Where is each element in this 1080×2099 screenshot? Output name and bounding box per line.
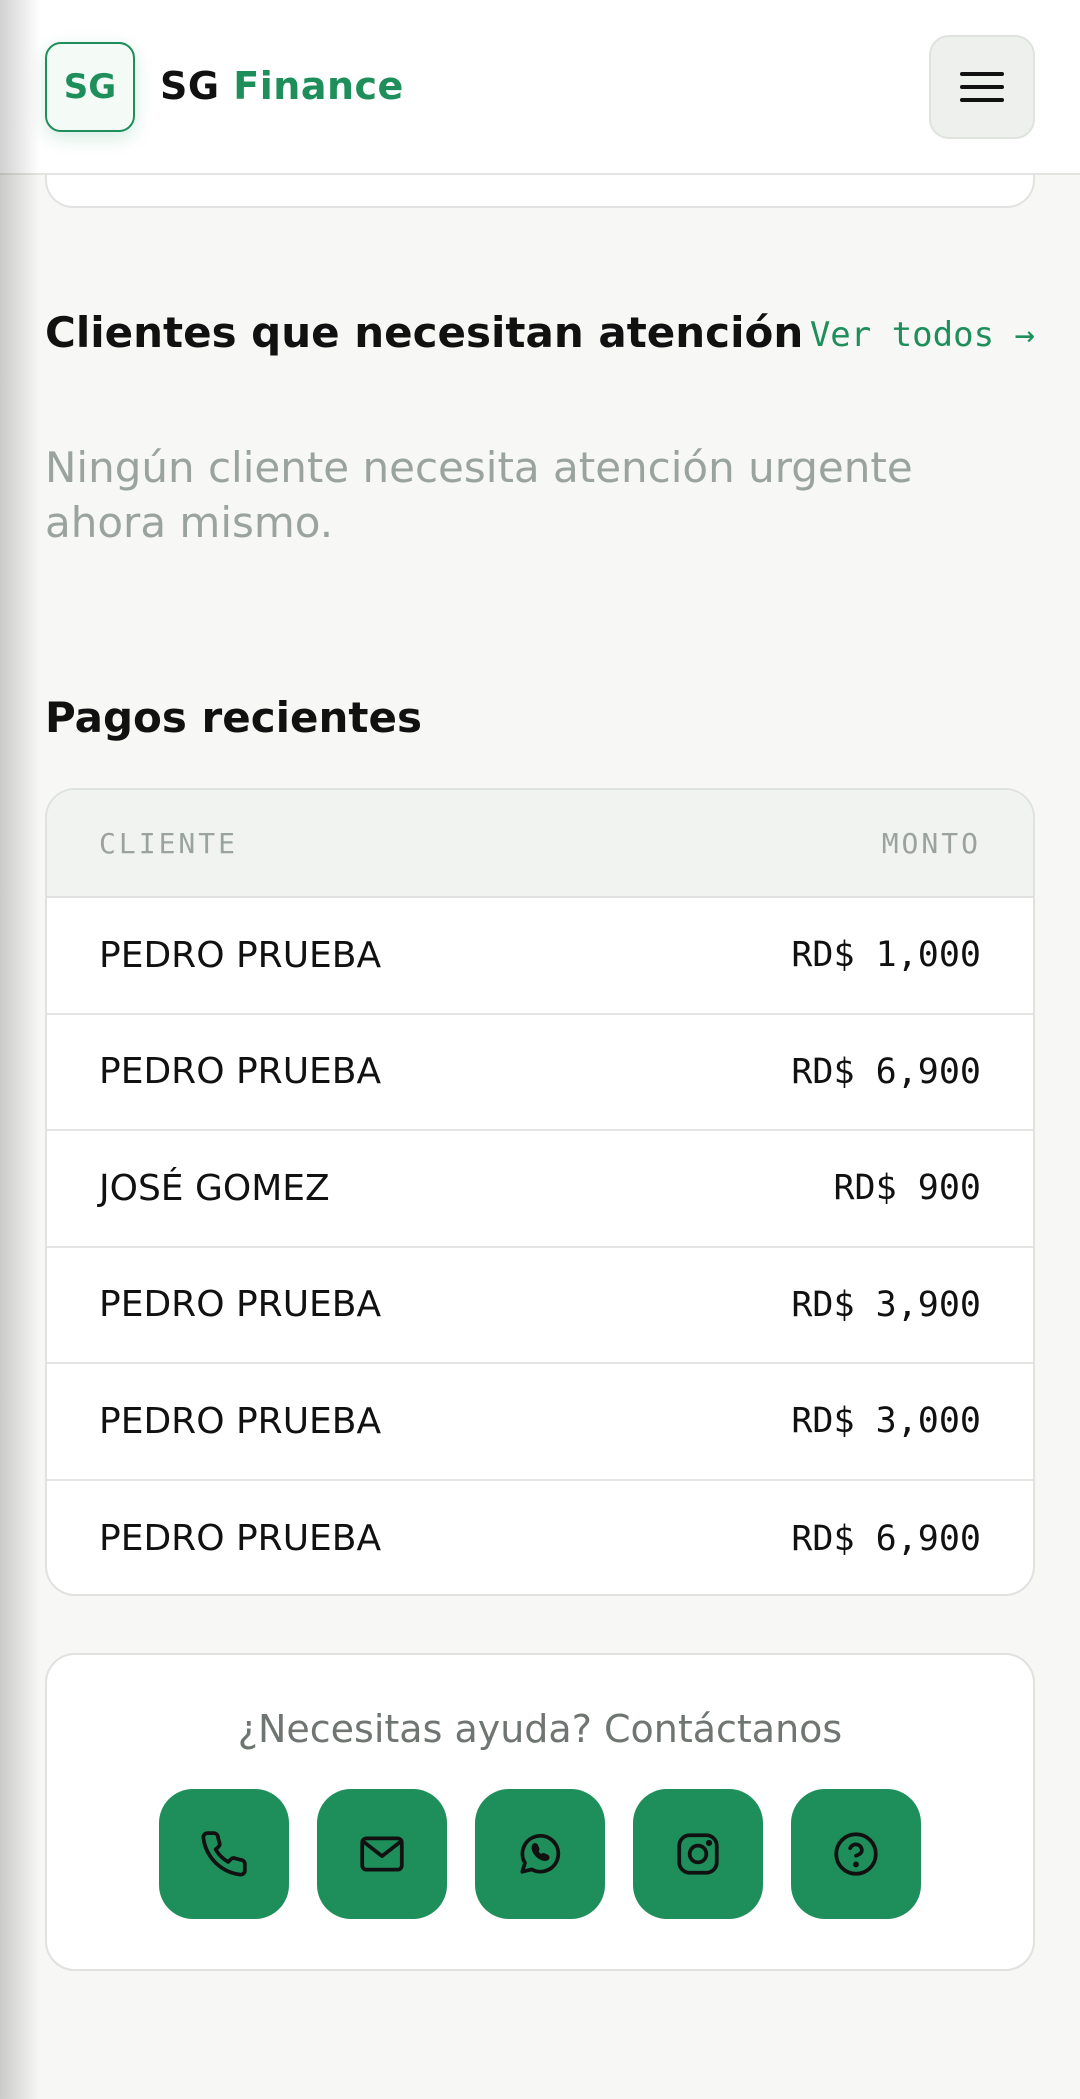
top-bar: SG SG Finance <box>0 0 1080 175</box>
table-header: CLIENTE MONTO <box>47 790 1033 898</box>
brand-name-part2: Finance <box>233 64 404 108</box>
help-card: ¿Necesitas ayuda? Contáctanos <box>45 1653 1035 1971</box>
table-row[interactable]: PEDRO PRUEBA RD$ 6,900 <box>47 1481 1033 1595</box>
email-button[interactable] <box>317 1789 447 1919</box>
table-row[interactable]: PEDRO PRUEBA RD$ 3,000 <box>47 1364 1033 1481</box>
whatsapp-button[interactable] <box>475 1789 605 1919</box>
contact-buttons <box>47 1789 1033 1919</box>
client-name: JOSÉ GOMEZ <box>99 1167 330 1209</box>
see-all-link[interactable]: Ver todos → <box>810 315 1035 355</box>
mail-icon <box>360 1836 404 1872</box>
attention-section-title: Clientes que necesitan atención <box>45 308 804 357</box>
payment-amount: RD$ 3,000 <box>791 1401 981 1442</box>
instagram-button[interactable] <box>633 1789 763 1919</box>
client-name: PEDRO PRUEBA <box>99 1400 382 1442</box>
client-name: PEDRO PRUEBA <box>99 1518 382 1560</box>
phone-icon <box>201 1831 247 1877</box>
attention-empty-message: Ningún cliente necesita atención urgente… <box>45 443 913 547</box>
menu-button[interactable] <box>929 35 1035 139</box>
phone-button[interactable] <box>159 1789 289 1919</box>
instagram-icon <box>677 1833 719 1875</box>
recent-payments-title: Pagos recientes <box>45 693 422 742</box>
client-name: PEDRO PRUEBA <box>99 934 382 976</box>
payment-amount: RD$ 1,000 <box>791 935 981 976</box>
column-header-amount: MONTO <box>881 826 981 860</box>
client-name: PEDRO PRUEBA <box>99 1051 382 1093</box>
help-circle-icon <box>834 1832 878 1876</box>
table-row[interactable]: JOSÉ GOMEZ RD$ 900 <box>47 1131 1033 1248</box>
payment-amount: RD$ 3,900 <box>791 1284 981 1325</box>
payment-amount: RD$ 900 <box>833 1168 981 1209</box>
brand-name-part1: SG <box>160 64 220 108</box>
logo[interactable]: SG <box>45 42 135 132</box>
column-header-client: CLIENTE <box>99 826 239 860</box>
edge-shadow <box>0 0 40 2099</box>
payment-amount: RD$ 6,900 <box>791 1518 981 1559</box>
recent-payments-table: CLIENTE MONTO PEDRO PRUEBA RD$ 1,000 PED… <box>45 788 1035 1596</box>
whatsapp-icon <box>520 1833 561 1874</box>
payment-amount: RD$ 6,900 <box>791 1051 981 1092</box>
client-name: PEDRO PRUEBA <box>99 1284 382 1326</box>
table-row[interactable]: PEDRO PRUEBA RD$ 6,900 <box>47 1015 1033 1131</box>
table-row[interactable]: PEDRO PRUEBA RD$ 3,900 <box>47 1248 1033 1364</box>
help-text: ¿Necesitas ayuda? Contáctanos <box>237 1707 843 1751</box>
table-row[interactable]: PEDRO PRUEBA RD$ 1,000 <box>47 898 1033 1015</box>
help-button[interactable] <box>791 1789 921 1919</box>
brand-name[interactable]: SG Finance <box>160 64 404 108</box>
hamburger-menu-icon <box>960 72 1004 102</box>
logo-initials: SG <box>63 67 117 107</box>
